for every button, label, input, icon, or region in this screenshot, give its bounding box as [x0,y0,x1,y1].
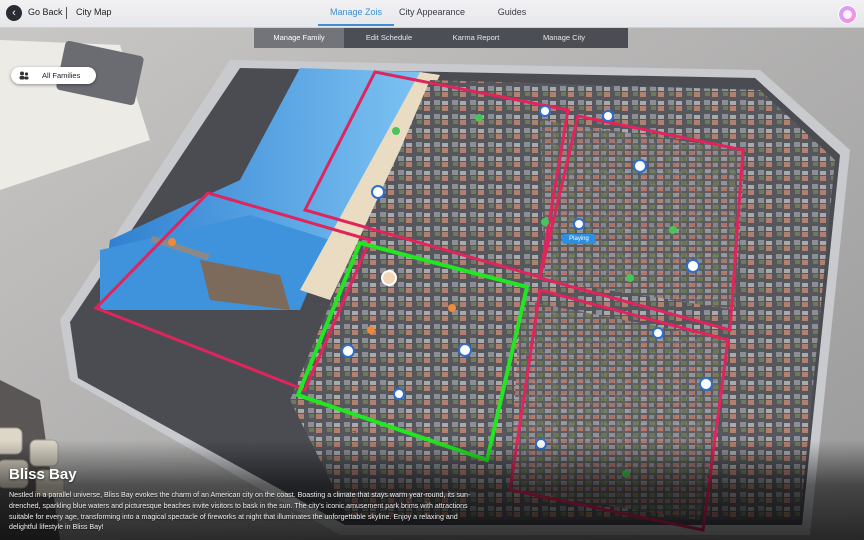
breadcrumb: City Map [76,7,112,17]
subtab-karma-report[interactable]: Karma Report [434,28,518,48]
subtab-edit-schedule[interactable]: Edit Schedule [349,28,429,48]
tab-guides[interactable]: Guides [486,7,538,17]
divider [66,7,67,19]
sub-navigation-bar: Manage Family Edit Schedule Karma Report… [254,28,628,48]
go-back-button[interactable]: Go Back [28,7,63,17]
all-families-dropdown[interactable]: All Families [11,67,96,84]
playing-badge: Playing [562,234,596,244]
tab-city-appearance[interactable]: City Appearance [392,7,472,17]
active-tab-indicator [318,24,394,26]
all-families-label: All Families [42,71,81,80]
user-avatar-icon[interactable] [838,5,857,24]
city-name: Bliss Bay [9,466,77,483]
city-description: Nestled in a parallel universe, Bliss Ba… [9,491,471,532]
chevron-left-icon[interactable]: ‹ [6,5,22,21]
top-navigation-bar: ‹ Go Back City Map Manage Zois City Appe… [0,0,864,28]
device-brand-logo: inZOI [343,430,368,439]
subtab-manage-family[interactable]: Manage Family [254,28,344,48]
family-icon [19,71,29,80]
subtab-manage-city[interactable]: Manage City [524,28,604,48]
tab-manage-zois[interactable]: Manage Zois [318,7,394,17]
